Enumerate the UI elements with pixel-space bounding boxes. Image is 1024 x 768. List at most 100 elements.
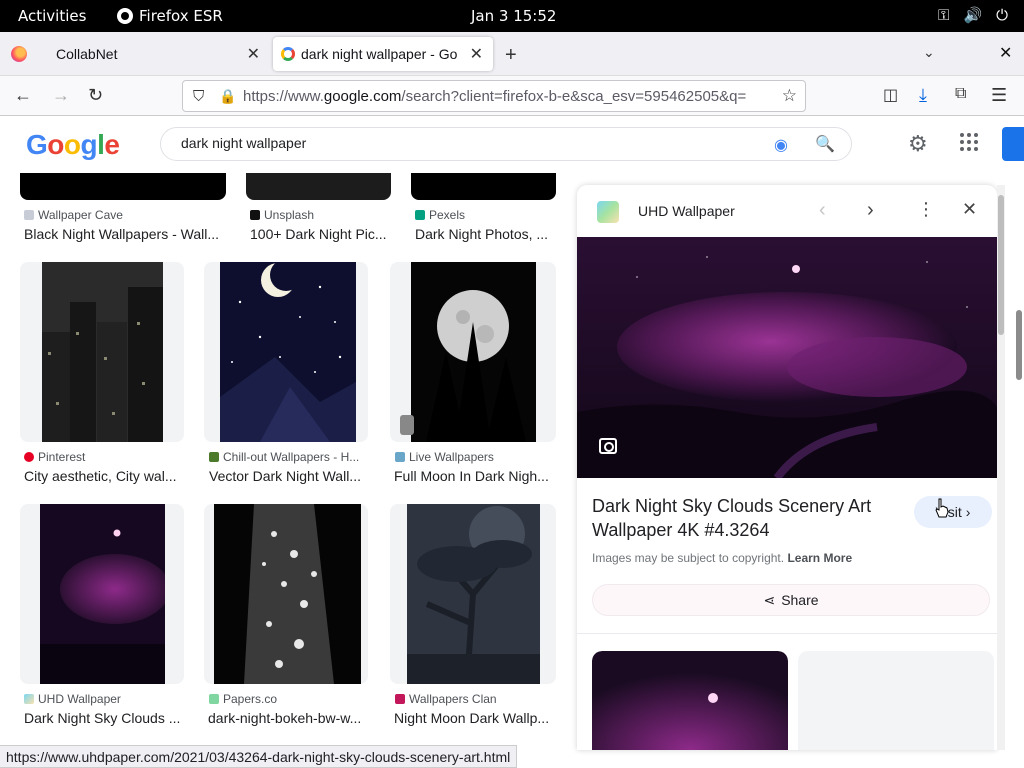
result-title[interactable]: Night Moon Dark Wallp... [394, 710, 552, 726]
status-bar-link: https://www.uhdpaper.com/2021/03/43264-d… [0, 745, 518, 768]
lens-search-camera-icon[interactable] [599, 438, 617, 454]
activities-button[interactable]: Activities [18, 7, 86, 25]
result-image[interactable] [246, 173, 391, 200]
share-label: Share [781, 592, 819, 608]
result-source[interactable]: UHD Wallpaper [24, 692, 184, 706]
scrollbar-thumb[interactable] [998, 195, 1004, 335]
tab-collabnet[interactable]: CollabNet ✕ [42, 37, 270, 71]
new-tab-icon[interactable]: + [505, 44, 517, 67]
chillout-favicon-icon [209, 452, 219, 462]
result-image[interactable] [407, 504, 540, 684]
result-source[interactable]: Live Wallpapers [395, 450, 555, 464]
result-image[interactable] [220, 262, 356, 442]
unsplash-favicon-icon [250, 210, 260, 220]
result-source[interactable]: Unsplash [250, 208, 390, 222]
window-close-icon[interactable]: ✕ [999, 43, 1012, 63]
search-icon[interactable]: 🔍 [815, 134, 835, 154]
result-title[interactable]: Black Night Wallpapers - Wall... [24, 226, 222, 242]
result-source[interactable]: Wallpaper Cave [24, 208, 220, 222]
result-source[interactable]: Chill-out Wallpapers - H... [209, 450, 364, 464]
image-results-grid: Wallpaper Cave Black Night Wallpapers - … [0, 173, 565, 745]
app-menu[interactable]: Firefox ESR [117, 7, 223, 25]
next-chevron-icon[interactable]: › [867, 199, 874, 222]
result-image[interactable] [411, 173, 556, 200]
result-image[interactable] [20, 173, 226, 200]
result-image[interactable] [411, 262, 536, 442]
hand-cursor-icon [935, 498, 949, 518]
list-tabs-chevron-down-icon[interactable]: ⌄ [923, 44, 935, 61]
app-name: Firefox ESR [139, 7, 223, 25]
back-arrow-icon[interactable]: ← [14, 85, 32, 106]
url-text[interactable]: https://www.google.com/search?client=fir… [243, 88, 768, 105]
page-scrollbar-thumb[interactable] [1016, 310, 1022, 380]
more-options-icon[interactable]: ⋮ [917, 199, 935, 220]
pocket-icon[interactable]: ◫ [883, 85, 898, 105]
video-badge-icon [400, 415, 414, 435]
tab-title: dark night wallpaper - Go [301, 46, 458, 62]
address-bar[interactable]: ⛉ 🔒 https://www.google.com/search?client… [182, 80, 806, 112]
search-box[interactable]: ◉ 🔍 [160, 127, 852, 161]
result-image[interactable] [40, 504, 165, 684]
result-title[interactable]: City aesthetic, City wal... [24, 468, 182, 484]
google-lens-camera-icon[interactable]: ◉ [774, 135, 788, 155]
tab-title: CollabNet [56, 46, 118, 62]
result-image[interactable] [214, 504, 361, 684]
volume-icon[interactable]: 🔊 [963, 6, 982, 24]
result-title[interactable]: 100+ Dark Night Pic... [250, 226, 390, 242]
learn-more-link[interactable]: Learn More [787, 551, 852, 565]
tracking-protection-shield-icon[interactable]: ⛉ [193, 88, 204, 105]
previous-chevron-icon[interactable]: ‹ [819, 199, 826, 222]
google-header: Google ◉ 🔍 ⚙ [0, 117, 1024, 173]
preview-image[interactable] [577, 237, 997, 478]
close-tab-icon[interactable]: ✕ [247, 44, 260, 64]
google-favicon-icon [281, 47, 295, 61]
accessibility-icon[interactable]: ⚿ [938, 6, 949, 24]
result-image[interactable] [42, 262, 163, 442]
result-source[interactable]: Pinterest [24, 450, 194, 464]
forward-arrow-icon[interactable]: → [52, 85, 70, 106]
related-image[interactable] [592, 651, 788, 750]
system-tray[interactable]: ⚿ 🔊 ⏻ [938, 6, 1008, 24]
result-title[interactable]: Full Moon In Dark Nigh... [394, 468, 552, 484]
tab-google-search[interactable]: dark night wallpaper - Go ✕ [273, 37, 493, 71]
power-icon[interactable]: ⏻ [996, 6, 1008, 24]
clock[interactable]: Jan 3 15:52 [471, 7, 556, 25]
pinterest-favicon-icon [24, 452, 34, 462]
extensions-puzzle-icon[interactable]: ⧉ [955, 85, 966, 103]
share-icon: ⋖ [763, 591, 776, 608]
image-preview-panel: UHD Wallpaper ‹ › ⋮ ✕ Dark Night Sky Clo… [577, 185, 997, 750]
hamburger-menu-icon[interactable]: ☰ [991, 85, 1007, 106]
result-title[interactable]: Vector Dark Night Wall... [209, 468, 367, 484]
settings-gear-icon[interactable]: ⚙ [908, 131, 928, 157]
related-image-placeholder[interactable] [798, 651, 994, 750]
share-button[interactable]: ⋖ Share [592, 584, 990, 616]
wallpapers-clan-favicon-icon [395, 694, 405, 704]
papers-favicon-icon [209, 694, 219, 704]
visit-button[interactable]: Visit › [914, 496, 992, 528]
result-source[interactable]: Wallpapers Clan [395, 692, 555, 706]
close-panel-icon[interactable]: ✕ [962, 199, 977, 220]
panel-scrollbar[interactable] [997, 185, 1005, 750]
uhd-wallpaper-favicon-icon [24, 694, 34, 704]
result-source[interactable]: Pexels [415, 208, 555, 222]
firefox-icon [117, 8, 133, 24]
result-title[interactable]: dark-night-bokeh-bw-w... [208, 710, 366, 726]
search-input[interactable] [181, 135, 741, 151]
close-tab-icon[interactable]: ✕ [470, 44, 483, 64]
result-title[interactable]: Dark Night Sky Clouds ... [24, 710, 182, 726]
bookmark-star-icon[interactable]: ☆ [782, 86, 797, 106]
google-apps-grid-icon[interactable] [958, 131, 980, 153]
tab-strip: CollabNet ✕ dark night wallpaper - Go ✕ … [0, 32, 1024, 76]
downloads-icon[interactable]: ⤓ [919, 85, 927, 106]
firefox-view-icon[interactable] [11, 46, 27, 62]
preview-title[interactable]: Dark Night Sky Clouds Scenery Art Wallpa… [592, 494, 902, 542]
reload-icon[interactable]: ↻ [88, 85, 103, 106]
lock-icon[interactable]: 🔒 [219, 88, 236, 105]
google-logo[interactable]: Google [26, 129, 120, 161]
live-wallpapers-favicon-icon [395, 452, 405, 462]
result-title[interactable]: Dark Night Photos, ... [415, 226, 553, 242]
sign-in-button[interactable] [1002, 127, 1024, 161]
copyright-notice: Images may be subject to copyright. Lear… [592, 551, 853, 565]
result-source[interactable]: Papers.co [209, 692, 364, 706]
panel-source-name[interactable]: UHD Wallpaper [638, 203, 735, 219]
